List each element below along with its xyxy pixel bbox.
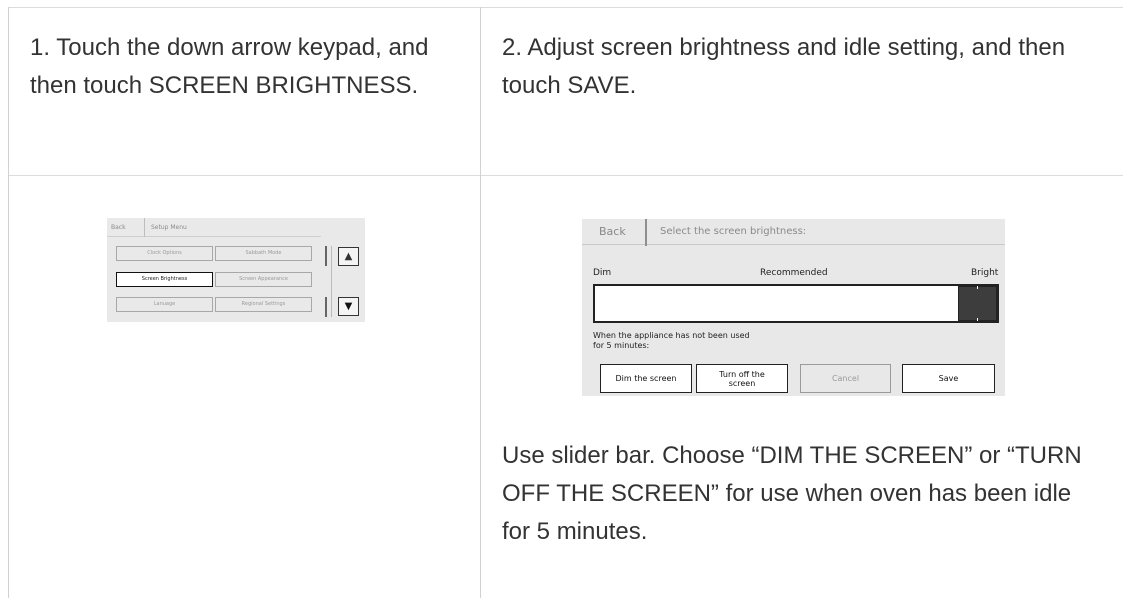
dim-screen-button[interactable]: Dim the screen (600, 364, 692, 393)
regional-settings-button[interactable]: Regional Settings (215, 297, 312, 312)
idle-text-line-1: When the appliance has not been used (593, 331, 750, 340)
brightness-screenshot: Back Select the screen brightness: Dim R… (582, 219, 1005, 396)
setup-menu-screenshot: Back Setup Menu Clock Options Sabbath Mo… (107, 218, 365, 322)
screen-appearance-button[interactable]: Screen Appearance (215, 272, 312, 287)
save-button[interactable]: Save (902, 364, 995, 393)
table-column-divider (480, 7, 481, 598)
recommended-label: Recommended (760, 268, 828, 278)
brightness-title: Select the screen brightness: (660, 226, 807, 237)
step-1-text: 1. Touch the down arrow keypad, and then… (30, 34, 429, 99)
idle-text-line-2: for 5 minutes: (593, 341, 650, 350)
dim-label: Dim (593, 268, 612, 278)
slider-tick-bottom (977, 318, 978, 321)
clock-options-button[interactable]: Clock Options (116, 246, 213, 261)
turn-off-screen-button[interactable]: Turn off the screen (696, 364, 788, 393)
scrollbar-bottom-segment (325, 297, 327, 317)
screen-brightness-button[interactable]: Screen Brightness (116, 272, 213, 287)
table-border-left (8, 7, 9, 598)
table-border-top (8, 7, 1123, 8)
brightness-back-button[interactable]: Back (582, 219, 647, 246)
setup-menu-title: Setup Menu (151, 224, 187, 231)
bright-label: Bright (971, 268, 999, 278)
scroll-up-button[interactable]: ▲ (338, 247, 359, 266)
sabbath-mode-button[interactable]: Sabbath Mode (215, 246, 312, 261)
table-row-divider (8, 175, 1123, 176)
scrollbar-top-segment (325, 246, 327, 266)
language-button[interactable]: Lanuage (116, 297, 213, 312)
slider-handle[interactable] (958, 286, 997, 321)
turn-off-label-line-1: Turn off the (719, 369, 765, 379)
step-2-note: Use slider bar. Choose “DIM THE SCREEN” … (502, 442, 1082, 545)
setup-menu-header: Back Setup Menu (107, 218, 321, 237)
slider-tick-top (977, 286, 978, 289)
cancel-button[interactable]: Cancel (800, 364, 891, 393)
scrollbar-track[interactable] (331, 246, 332, 317)
down-arrow-icon: ▼ (344, 301, 353, 312)
brightness-header: Back Select the screen brightness: (582, 219, 1005, 246)
brightness-slider[interactable] (593, 284, 999, 323)
scroll-down-button[interactable]: ▼ (338, 297, 359, 316)
step-2-text: 2. Adjust screen brightness and idle set… (502, 34, 1066, 99)
up-arrow-icon: ▲ (344, 251, 353, 262)
turn-off-label-line-2: screen (728, 378, 756, 388)
back-button[interactable]: Back (107, 218, 145, 237)
